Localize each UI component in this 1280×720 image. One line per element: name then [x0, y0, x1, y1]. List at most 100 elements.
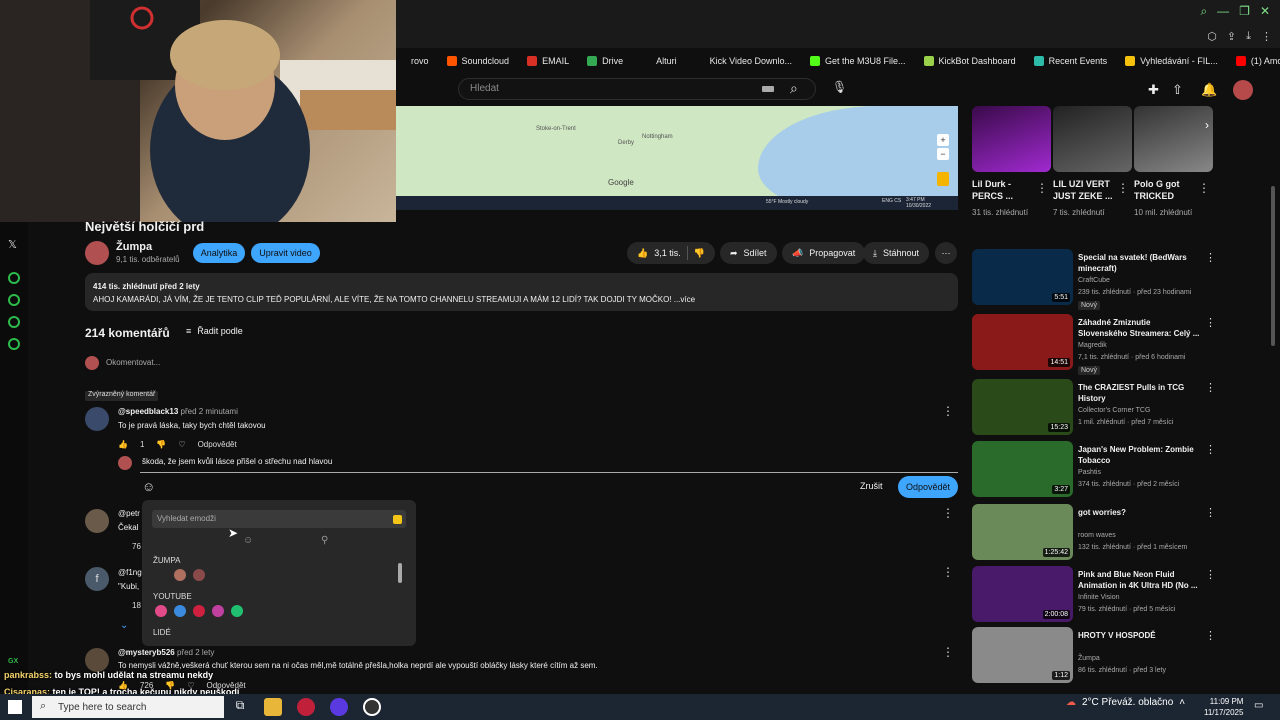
keyboard-icon[interactable]	[762, 86, 774, 92]
channel-avatar[interactable]	[85, 241, 109, 265]
short-menu-icon[interactable]: ⋮	[1198, 181, 1210, 195]
minimize-icon[interactable]: —	[1217, 4, 1229, 19]
page-scrollbar[interactable]	[1271, 186, 1275, 346]
upload-icon[interactable]: ⇧	[1172, 82, 1183, 98]
cancel-button[interactable]: Zrušit	[860, 481, 883, 491]
short-menu-icon[interactable]: ⋮	[1036, 181, 1048, 195]
obs-icon[interactable]	[330, 698, 348, 716]
reply-input[interactable]: škoda, že jsem kvůli lásce přišel o stře…	[142, 457, 332, 466]
youtube-emoji[interactable]	[174, 605, 186, 617]
emoji-scrollbar[interactable]	[398, 563, 402, 583]
pegman-icon[interactable]	[937, 172, 949, 186]
rec-title[interactable]: Záhadné Zmiznutie Slovenského Streamera:…	[1078, 317, 1200, 339]
emoji-search-input[interactable]: Vyhledat emodži	[157, 514, 216, 523]
download-icon[interactable]: ⤓	[1246, 30, 1251, 43]
search-button-icon[interactable]: ⌕	[790, 80, 808, 98]
rec-thumbnail[interactable]: 2:00:08	[972, 566, 1073, 622]
x-icon[interactable]: 𝕏	[8, 238, 17, 251]
rec-thumbnail[interactable]: 1:12	[972, 627, 1073, 683]
taskbar-search[interactable]: ⌕ Type here to search	[32, 696, 224, 718]
youtube-emoji[interactable]	[193, 605, 205, 617]
rec-title[interactable]: The CRAZIEST Pulls in TCG History	[1078, 382, 1200, 404]
extensions-sidebar-icon[interactable]	[8, 316, 20, 328]
zoom-in-icon[interactable]: +	[937, 134, 949, 146]
rec-menu-icon[interactable]: ⋮	[1205, 251, 1216, 264]
rec-title[interactable]: Japan's New Problem: Zombie Tobacco	[1078, 444, 1200, 466]
bookmark-item[interactable]: rovo	[396, 56, 429, 66]
short-thumbnail[interactable]	[972, 106, 1051, 172]
bookmark-item[interactable]: EMAIL	[527, 56, 569, 66]
comment-author[interactable]: @mysteryb526 před 2 lety	[118, 648, 214, 657]
rec-channel[interactable]: Infinite Vision	[1078, 594, 1120, 601]
rec-channel[interactable]: room waves	[1078, 532, 1116, 539]
expand-replies-icon[interactable]: ⌄	[120, 620, 128, 631]
create-icon[interactable]: ✚	[1148, 82, 1159, 98]
emoji-search-field[interactable]: Vyhledat emodži	[152, 510, 406, 528]
bookmark-item[interactable]: Get the M3U8 File...	[810, 56, 906, 66]
short-thumbnail[interactable]	[1053, 106, 1132, 172]
short-title[interactable]: LIL UZI VERT JUST ZEKE ...	[1053, 178, 1115, 202]
download-button[interactable]: ⤓ Stáhnout	[863, 242, 930, 264]
opera-gx-icon[interactable]	[297, 698, 315, 716]
rec-thumbnail[interactable]: 15:23	[972, 379, 1073, 435]
bookmark-item[interactable]: Recent Events	[1033, 56, 1107, 66]
comment-menu-icon[interactable]: ⋮	[942, 645, 954, 659]
comment-avatar-letter[interactable]: f	[85, 567, 109, 591]
account-avatar[interactable]	[1233, 80, 1253, 100]
edit-video-button[interactable]: Upravit video	[251, 243, 320, 263]
tray-chevron-icon[interactable]: ˄	[1179, 697, 1185, 708]
like-icon[interactable]: 👍	[637, 248, 648, 259]
comment-menu-icon[interactable]: ⋮	[942, 506, 954, 520]
settings-icon[interactable]	[8, 338, 20, 350]
heart-icon[interactable]: ♡	[178, 440, 185, 449]
dislike-icon[interactable]: 👎	[156, 440, 166, 449]
rec-thumbnail[interactable]: 14:51	[972, 314, 1073, 370]
rec-menu-icon[interactable]: ⋮	[1205, 316, 1216, 329]
maximize-icon[interactable]: ❐	[1239, 4, 1250, 19]
rec-title[interactable]: Pink and Blue Neon Fluid Animation in 4K…	[1078, 569, 1200, 591]
notifications-icon[interactable]: ▭	[1254, 700, 1263, 711]
bookmark-item[interactable]: Alturi	[641, 56, 677, 66]
short-thumbnail[interactable]	[1134, 106, 1213, 172]
bookmark-item[interactable]: Kick Video Downlo...	[695, 56, 792, 66]
rec-menu-icon[interactable]: ⋮	[1205, 443, 1216, 456]
emoji-skin-tone-icon[interactable]	[393, 515, 402, 524]
rec-channel[interactable]: CraftCube	[1078, 277, 1110, 284]
emoji-smiley-tab-icon[interactable]: ☺	[243, 535, 253, 546]
rec-menu-icon[interactable]: ⋮	[1205, 381, 1216, 394]
comment-author[interactable]: @speedblack13 před 2 minutami	[118, 407, 238, 416]
task-view-icon[interactable]: ⧉	[231, 698, 249, 716]
author-handle[interactable]: @speedblack13	[118, 407, 178, 416]
channel-name[interactable]: Žumpa	[116, 241, 152, 253]
youtube-emoji[interactable]	[231, 605, 243, 617]
share-button[interactable]: ➦ Sdílet	[720, 242, 777, 264]
reply-submit-button[interactable]: Odpovědět	[898, 476, 958, 498]
notifications-bell-icon[interactable]: 🔔	[1201, 82, 1217, 98]
comment-menu-icon[interactable]: ⋮	[942, 565, 954, 579]
app-icon[interactable]	[363, 698, 381, 716]
bookmark-item[interactable]: Drive	[587, 56, 623, 66]
rec-channel[interactable]: Magredik	[1078, 342, 1107, 349]
comment-menu-icon[interactable]: ⋮	[942, 404, 954, 418]
rec-title[interactable]: HROTY V HOSPODĚ	[1078, 630, 1200, 641]
weather-icon[interactable]: ☁	[1066, 697, 1076, 708]
emoji-icon[interactable]: ☺	[142, 479, 155, 494]
rec-channel[interactable]: Collector's Corner TCG	[1078, 407, 1150, 414]
dislike-icon[interactable]: 👎	[694, 248, 705, 259]
short-title[interactable]: Polo G got TRICKED	[1134, 178, 1196, 202]
zoom-out-icon[interactable]: −	[937, 148, 949, 160]
taskbar-clock[interactable]: 11:09 PM 11/17/2025	[1204, 696, 1243, 718]
author-handle[interactable]: @mysteryb526	[118, 648, 175, 657]
rec-menu-icon[interactable]: ⋮	[1205, 568, 1216, 581]
close-icon[interactable]: ✕	[1260, 4, 1270, 19]
rec-menu-icon[interactable]: ⋮	[1205, 629, 1216, 642]
emoji-location-tab-icon[interactable]: ⚲	[321, 535, 328, 546]
bookmark-item[interactable]: Vyhledávání - FIL...	[1125, 56, 1218, 66]
sort-comments-button[interactable]: ≡ Řadit podle	[186, 326, 243, 336]
rec-title[interactable]: got worries?	[1078, 507, 1200, 518]
rec-menu-icon[interactable]: ⋮	[1205, 506, 1216, 519]
history-icon[interactable]	[8, 294, 20, 306]
windows-start-icon[interactable]	[8, 700, 22, 714]
rec-channel[interactable]: Žumpa	[1078, 655, 1100, 662]
search-icon[interactable]: ⌕	[1200, 4, 1207, 19]
